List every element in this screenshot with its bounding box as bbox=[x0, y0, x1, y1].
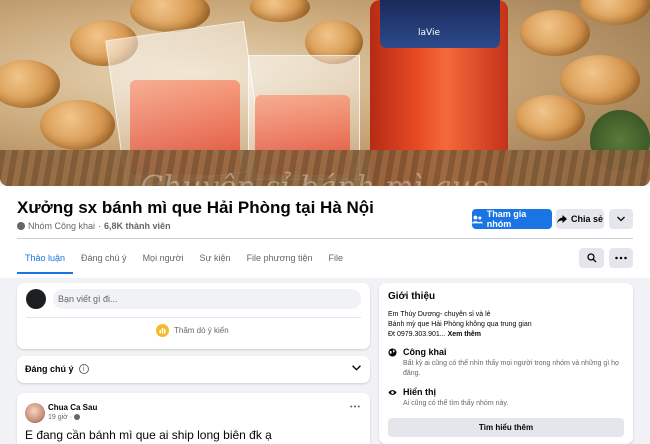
bread-roll bbox=[520, 10, 590, 56]
share-button[interactable]: Chia sẻ bbox=[556, 209, 604, 229]
poll-label: Thăm dò ý kiến bbox=[174, 326, 229, 335]
avatar bbox=[26, 289, 46, 309]
featured-label: Đáng chú ý bbox=[25, 364, 74, 374]
bottle-label bbox=[380, 0, 500, 48]
post-text: E đang cần bánh mì que ai ship long biên… bbox=[25, 428, 272, 442]
join-group-label: Tham gia nhóm bbox=[486, 209, 527, 229]
tab-discussion[interactable]: Thảo luận bbox=[17, 244, 74, 274]
eye-icon bbox=[388, 390, 397, 395]
public-title: Công khai bbox=[403, 347, 447, 357]
bread-roll bbox=[40, 100, 115, 150]
group-privacy: Nhóm Công khai bbox=[28, 221, 96, 231]
bottle-brand: laVie bbox=[418, 28, 441, 38]
featured-section[interactable]: Đáng chú ý i bbox=[17, 356, 370, 383]
tab-featured[interactable]: Đáng chú ý bbox=[73, 244, 135, 274]
info-icon[interactable]: i bbox=[78, 364, 89, 374]
globe-icon bbox=[74, 414, 81, 421]
meta-separator: · bbox=[98, 221, 102, 231]
visible-info: Hiển thị Ai cũng có thể tìm thấy nhóm nà… bbox=[388, 387, 508, 409]
post-time-text: 19 giờ bbox=[48, 414, 68, 421]
group-title: Xưởng sx bánh mì que Hải Phòng tại Hà Nộ… bbox=[17, 198, 374, 217]
ellipsis-icon bbox=[615, 256, 627, 260]
learn-more-button[interactable]: Tìm hiểu thêm bbox=[388, 418, 624, 437]
globe-icon bbox=[17, 222, 25, 230]
cover-photo: laVie Chuyên sỉ bánh mì que bbox=[0, 0, 650, 186]
search-icon bbox=[586, 253, 596, 263]
group-tabs: Thảo luận Đáng chú ý Mọi người Sự kiện F… bbox=[17, 244, 351, 274]
bread-roll bbox=[560, 55, 640, 105]
chevron-down-icon bbox=[617, 216, 625, 222]
bread-roll bbox=[0, 60, 60, 108]
more-options-button[interactable] bbox=[609, 209, 633, 229]
tab-media[interactable]: File phương tiện bbox=[239, 244, 321, 274]
poll-button[interactable]: Thăm dò ý kiến bbox=[156, 324, 229, 337]
about-line: Bánh mỳ que Hải Phòng không qua trung gi… bbox=[388, 321, 532, 328]
about-phone-line: Đt 0979.303.901... Xem thêm bbox=[388, 331, 481, 338]
visible-title: Hiển thị bbox=[403, 387, 436, 397]
visible-desc: Ai cũng có thể tìm thấy nhóm này. bbox=[403, 400, 509, 407]
chevron-down-icon[interactable] bbox=[352, 365, 361, 371]
post-card: Chua Ca Sau 19 giờ · E đang cần bánh mì … bbox=[17, 393, 370, 444]
public-info: Công khai Bất kỳ ai cũng có thể nhìn thấ… bbox=[388, 347, 631, 379]
public-desc: Bất kỳ ai cũng có thể nhìn thấy mọi ngườ… bbox=[403, 360, 619, 377]
header-divider bbox=[17, 238, 633, 239]
poll-icon bbox=[156, 324, 169, 337]
composer-divider bbox=[26, 317, 361, 318]
tab-people[interactable]: Mọi người bbox=[135, 244, 192, 274]
share-label: Chia sẻ bbox=[570, 214, 603, 224]
people-icon bbox=[472, 215, 483, 223]
join-group-button[interactable]: Tham gia nhóm bbox=[472, 209, 552, 229]
see-more-link[interactable]: Xem thêm bbox=[448, 331, 481, 338]
post-author[interactable]: Chua Ca Sau bbox=[48, 403, 97, 412]
about-title: Giới thiệu bbox=[388, 291, 436, 302]
avatar[interactable] bbox=[25, 403, 45, 423]
tab-more-button[interactable] bbox=[609, 248, 633, 268]
share-arrow-icon bbox=[556, 214, 567, 223]
about-line: Em Thùy Dương- chuyên sỉ và lẻ bbox=[388, 311, 491, 318]
ellipsis-icon[interactable] bbox=[350, 405, 360, 408]
featured-header: Đáng chú ý i bbox=[25, 364, 89, 374]
post-time[interactable]: 19 giờ · bbox=[48, 414, 81, 421]
about-card: Giới thiệu Em Thùy Dương- chuyên sỉ và l… bbox=[379, 283, 633, 444]
post-composer: Bạn viết gì đi... Thăm dò ý kiến bbox=[17, 283, 370, 349]
globe-icon bbox=[388, 348, 397, 357]
search-button[interactable] bbox=[579, 248, 604, 268]
bread-roll bbox=[250, 0, 310, 22]
about-phone: Đt 0979.303.901... bbox=[388, 331, 446, 338]
bread-roll bbox=[515, 95, 585, 141]
composer-input[interactable]: Bạn viết gì đi... bbox=[53, 289, 361, 309]
bread-roll bbox=[580, 0, 650, 25]
tab-events[interactable]: Sự kiện bbox=[192, 244, 239, 274]
group-members: 6,8K thành viên bbox=[104, 221, 171, 231]
tab-files[interactable]: File bbox=[321, 244, 352, 274]
group-meta: Nhóm Công khai · 6,8K thành viên bbox=[17, 221, 171, 231]
cover-watermark: Chuyên sỉ bánh mì que bbox=[140, 170, 489, 186]
